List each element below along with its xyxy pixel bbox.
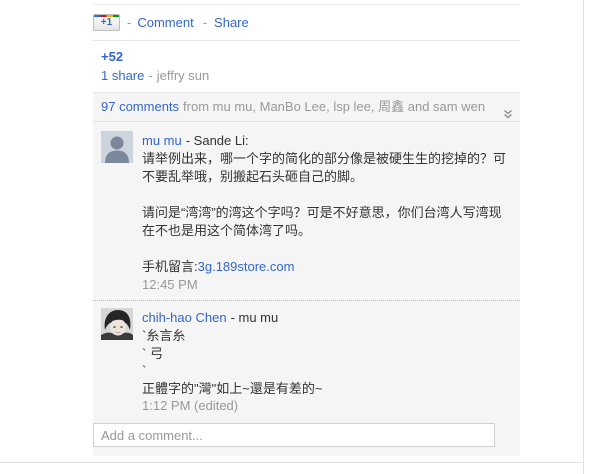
sharer-name[interactable]: jeffry sun: [157, 68, 210, 83]
comment-header: chih-hao Chen - mu mu: [142, 309, 512, 327]
comment: chih-hao Chen - mu mu `糸言糸 ` 弓 ` 正體字的"灣"如…: [142, 309, 512, 415]
comment-text-line: 在不也是用这个简体湾了吗。: [142, 223, 312, 238]
stream-right-border: [583, 0, 584, 474]
plus-one-label: +1: [100, 16, 113, 28]
comment-link[interactable]: Comment: [137, 15, 193, 30]
avatar[interactable]: [101, 131, 133, 163]
comment-text-line: 请问是“湾湾”的湾这个字吗？可是不好意思，你们台湾人写湾现: [142, 205, 502, 220]
sharer-separator: -: [148, 68, 153, 83]
post-bottom-border: [0, 462, 584, 463]
action-separator: -: [127, 14, 132, 30]
comments-header[interactable]: 97 comments from mu mu, ManBo Lee, lsp le…: [93, 93, 520, 122]
comments-panel: 97 comments from mu mu, ManBo Lee, lsp le…: [93, 92, 520, 456]
share-summary: 1 share - jeffry sun: [101, 67, 209, 85]
comment-blank-line: [142, 240, 512, 258]
comment-external-link[interactable]: 3g.189store.com: [198, 259, 295, 274]
default-avatar-silhouette-icon: [101, 131, 133, 163]
comments-participants: from mu mu, ManBo Lee, lsp lee, 周鑫 and s…: [183, 99, 486, 114]
avatar[interactable]: [101, 308, 133, 340]
comment-author-link[interactable]: chih-hao Chen: [142, 310, 227, 325]
comment-blank-line: [142, 186, 512, 204]
comments-count-link[interactable]: 97 comments: [101, 99, 179, 114]
add-comment-input[interactable]: [93, 423, 495, 447]
plus-one-count[interactable]: +52: [101, 48, 123, 66]
comment: mu mu - Sande Li: 请举例出来，哪一个字的简化的部分像是被硬生生的…: [142, 132, 512, 294]
comment-link-prefix: 手机留言:: [142, 259, 198, 274]
plus-one-button[interactable]: +1: [93, 13, 120, 31]
share-link[interactable]: Share: [214, 15, 249, 30]
comment-header: mu mu - Sande Li:: [142, 132, 512, 150]
comment-text-line: `: [142, 363, 147, 378]
actions-divider: [93, 40, 520, 41]
comment-link-line: 手机留言:3g.189store.com: [142, 258, 512, 276]
plus-one-icon: [94, 14, 119, 17]
profile-photo: [101, 308, 133, 340]
comment-text-line: ` 弓: [142, 345, 163, 361]
comment-author-link[interactable]: mu mu: [142, 133, 182, 148]
comment-text-line: 请举例出来，哪一个字的简化的部分像是被硬生生的挖掉的？可: [142, 151, 507, 166]
double-chevron-down-icon[interactable]: [503, 101, 513, 119]
post-actions: +1 - Comment - Share: [93, 13, 249, 31]
comment-reply-to: - mu mu: [230, 310, 279, 325]
comment-text-line: 不要乱举哦，别搬起石头砸自己的脚。: [142, 169, 364, 184]
comment-text-line: `糸言糸: [142, 328, 186, 343]
comment-reply-to: - Sande Li:: [185, 133, 249, 148]
comment-text-line: 正體字的"灣"如上~還是有差的~: [142, 380, 323, 396]
share-count-link[interactable]: 1 share: [101, 68, 144, 83]
action-separator: -: [202, 14, 208, 30]
post-top-divider: [93, 4, 520, 5]
comment-timestamp: 1:12 PM (edited): [142, 398, 239, 413]
comment-timestamp: 12:45 PM: [142, 277, 198, 292]
comment-divider: [93, 300, 520, 301]
